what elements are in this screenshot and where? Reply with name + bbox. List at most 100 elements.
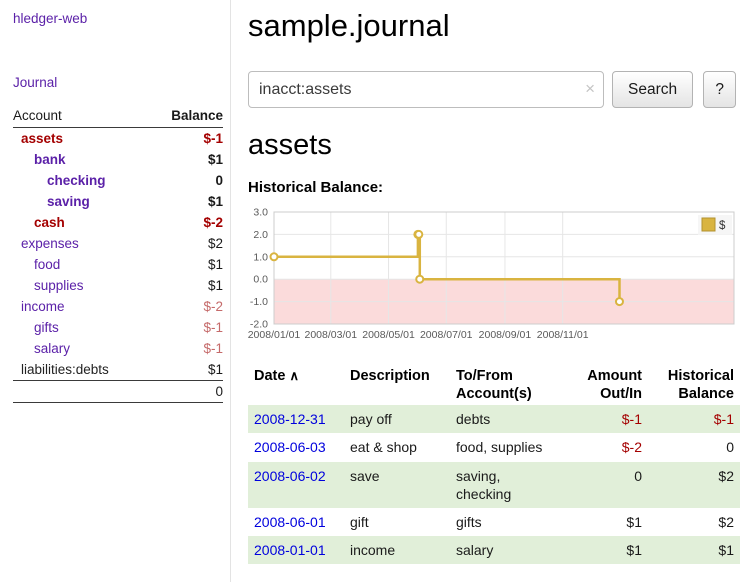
x-tick-label: 2008/03/01 [305,329,358,341]
transaction-balance: $2 [648,508,740,536]
sort-asc-icon: ∧ [289,368,299,383]
account-balance: $1 [149,275,223,296]
transaction-accounts: saving, checking [450,462,562,508]
account-balance: $1 [149,149,223,170]
search-input-wrap: × [248,71,604,108]
account-row: bank $1 [13,149,223,170]
amount-header-line1: Amount [568,367,642,385]
accounts-header-line2: Account(s) [456,385,556,403]
x-tick-label: 2008/07/01 [420,329,473,341]
transaction-date-link[interactable]: 2008-06-02 [254,468,326,484]
accounts-header-account: Account [13,105,149,128]
register-row: 2008-06-03 eat & shopfood, supplies$-20 [248,433,740,461]
accounts-total-spacer [13,381,149,403]
transaction-amount: 0 [562,462,648,508]
sidebar-account-gifts[interactable]: gifts [34,320,59,335]
help-button[interactable]: ? [703,71,736,108]
search-button[interactable]: Search [612,71,693,108]
col-header-balance: Historical Balance [648,365,740,405]
account-balance: $-1 [149,317,223,338]
sidebar-account-expenses[interactable]: expenses [21,236,79,251]
transaction-description: pay off [344,405,450,433]
historical-balance-chart: 3.02.01.00.0-1.0-2.02008/01/012008/03/01… [238,204,738,351]
account-row: gifts $-1 [13,317,223,338]
page-title: sample.journal [248,8,742,44]
register-row: 2008-01-01incomesalary$1$1 [248,536,740,564]
accounts-header-row: Account Balance [13,105,223,128]
accounts-total-row: 0 [13,381,223,403]
transaction-date-link[interactable]: 2008-06-03 [254,439,326,455]
sidebar-account-bank[interactable]: bank [34,152,66,167]
sidebar-account-salary[interactable]: salary [34,341,70,356]
transaction-date-link[interactable]: 2008-01-01 [254,542,326,558]
transaction-amount: $1 [562,536,648,564]
sidebar-account-food[interactable]: food [34,257,60,272]
account-balance: $-2 [149,296,223,317]
sidebar-account-cash[interactable]: cash [34,215,65,230]
account-row: salary$-1 [13,338,223,359]
transaction-description: income [344,536,450,564]
accounts-table: Account Balance assets$-1bank$1checking0… [13,105,223,403]
sidebar: hledger-web Journal Account Balance asse… [0,0,231,582]
legend-swatch [702,218,715,231]
register-row: 2008-06-02savesaving, checking0$2 [248,462,740,508]
sidebar-account-checking[interactable]: checking [47,173,106,188]
transaction-balance: $2 [648,462,740,508]
legend-label: $ [719,220,726,232]
transaction-amount: $-2 [562,433,648,461]
account-row: expenses $2 [13,233,223,254]
sidebar-account-assets[interactable]: assets [21,131,63,146]
transaction-description: eat & shop [344,433,450,461]
account-balance: $-2 [149,212,223,233]
account-row: food $1 [13,254,223,275]
balance-header-line1: Historical [654,367,734,385]
register-row: 2008-12-31pay offdebts$-1$-1 [248,405,740,433]
x-tick-label: 2008/05/01 [362,329,415,341]
date-header-label: Date [254,368,285,384]
balance-header-line2: Balance [654,385,734,403]
account-row: saving$1 [13,191,223,212]
brand-link[interactable]: hledger-web [13,11,87,26]
transaction-amount: $1 [562,508,648,536]
transaction-accounts: food, supplies [450,433,562,461]
col-header-amount: Amount Out/In [562,365,648,405]
sidebar-account-liabilities-debts[interactable]: liabilities:debts [21,362,109,377]
account-balance: $2 [149,233,223,254]
transaction-date-link[interactable]: 2008-12-31 [254,411,326,427]
nav-journal-link[interactable]: Journal [13,75,230,90]
transaction-balance: $-1 [648,405,740,433]
y-tick-label: 2.0 [253,229,268,241]
amount-header-line2: Out/In [568,385,642,403]
account-heading: assets [248,129,742,162]
main-content: sample.journal × Search ? assets Histori… [231,0,742,564]
data-point-marker [616,298,623,305]
register-header-row: Date ∧ Description To/From Account(s) Am… [248,365,740,405]
sidebar-account-supplies[interactable]: supplies [34,278,84,293]
sidebar-account-saving[interactable]: saving [47,194,90,209]
col-header-accounts: To/From Account(s) [450,365,562,405]
account-row: cash $-2 [13,212,223,233]
x-tick-label: 2008/01/01 [248,329,301,341]
search-input[interactable] [248,71,604,108]
y-tick-label: 0.0 [253,274,268,286]
sidebar-account-income[interactable]: income [21,299,65,314]
account-balance: $1 [149,359,223,381]
account-balance: $-1 [149,128,223,150]
data-point-marker [415,231,422,238]
col-header-date[interactable]: Date ∧ [248,365,344,405]
transaction-description: gift [344,508,450,536]
clear-search-icon[interactable]: × [585,79,595,99]
accounts-total-value: 0 [149,381,223,403]
transaction-balance: 0 [648,433,740,461]
accounts-header-line1: To/From [456,367,556,385]
register-row: 2008-06-01 giftgifts$1$2 [248,508,740,536]
account-balance: $1 [149,254,223,275]
col-header-description: Description [344,365,450,405]
transaction-date-link[interactable]: 2008-06-01 [254,514,326,530]
transaction-accounts: debts [450,405,562,433]
transaction-accounts: gifts [450,508,562,536]
data-point-marker [416,276,423,283]
register-table: Date ∧ Description To/From Account(s) Am… [248,365,740,564]
account-row: checking0 [13,170,223,191]
transaction-balance: $1 [648,536,740,564]
